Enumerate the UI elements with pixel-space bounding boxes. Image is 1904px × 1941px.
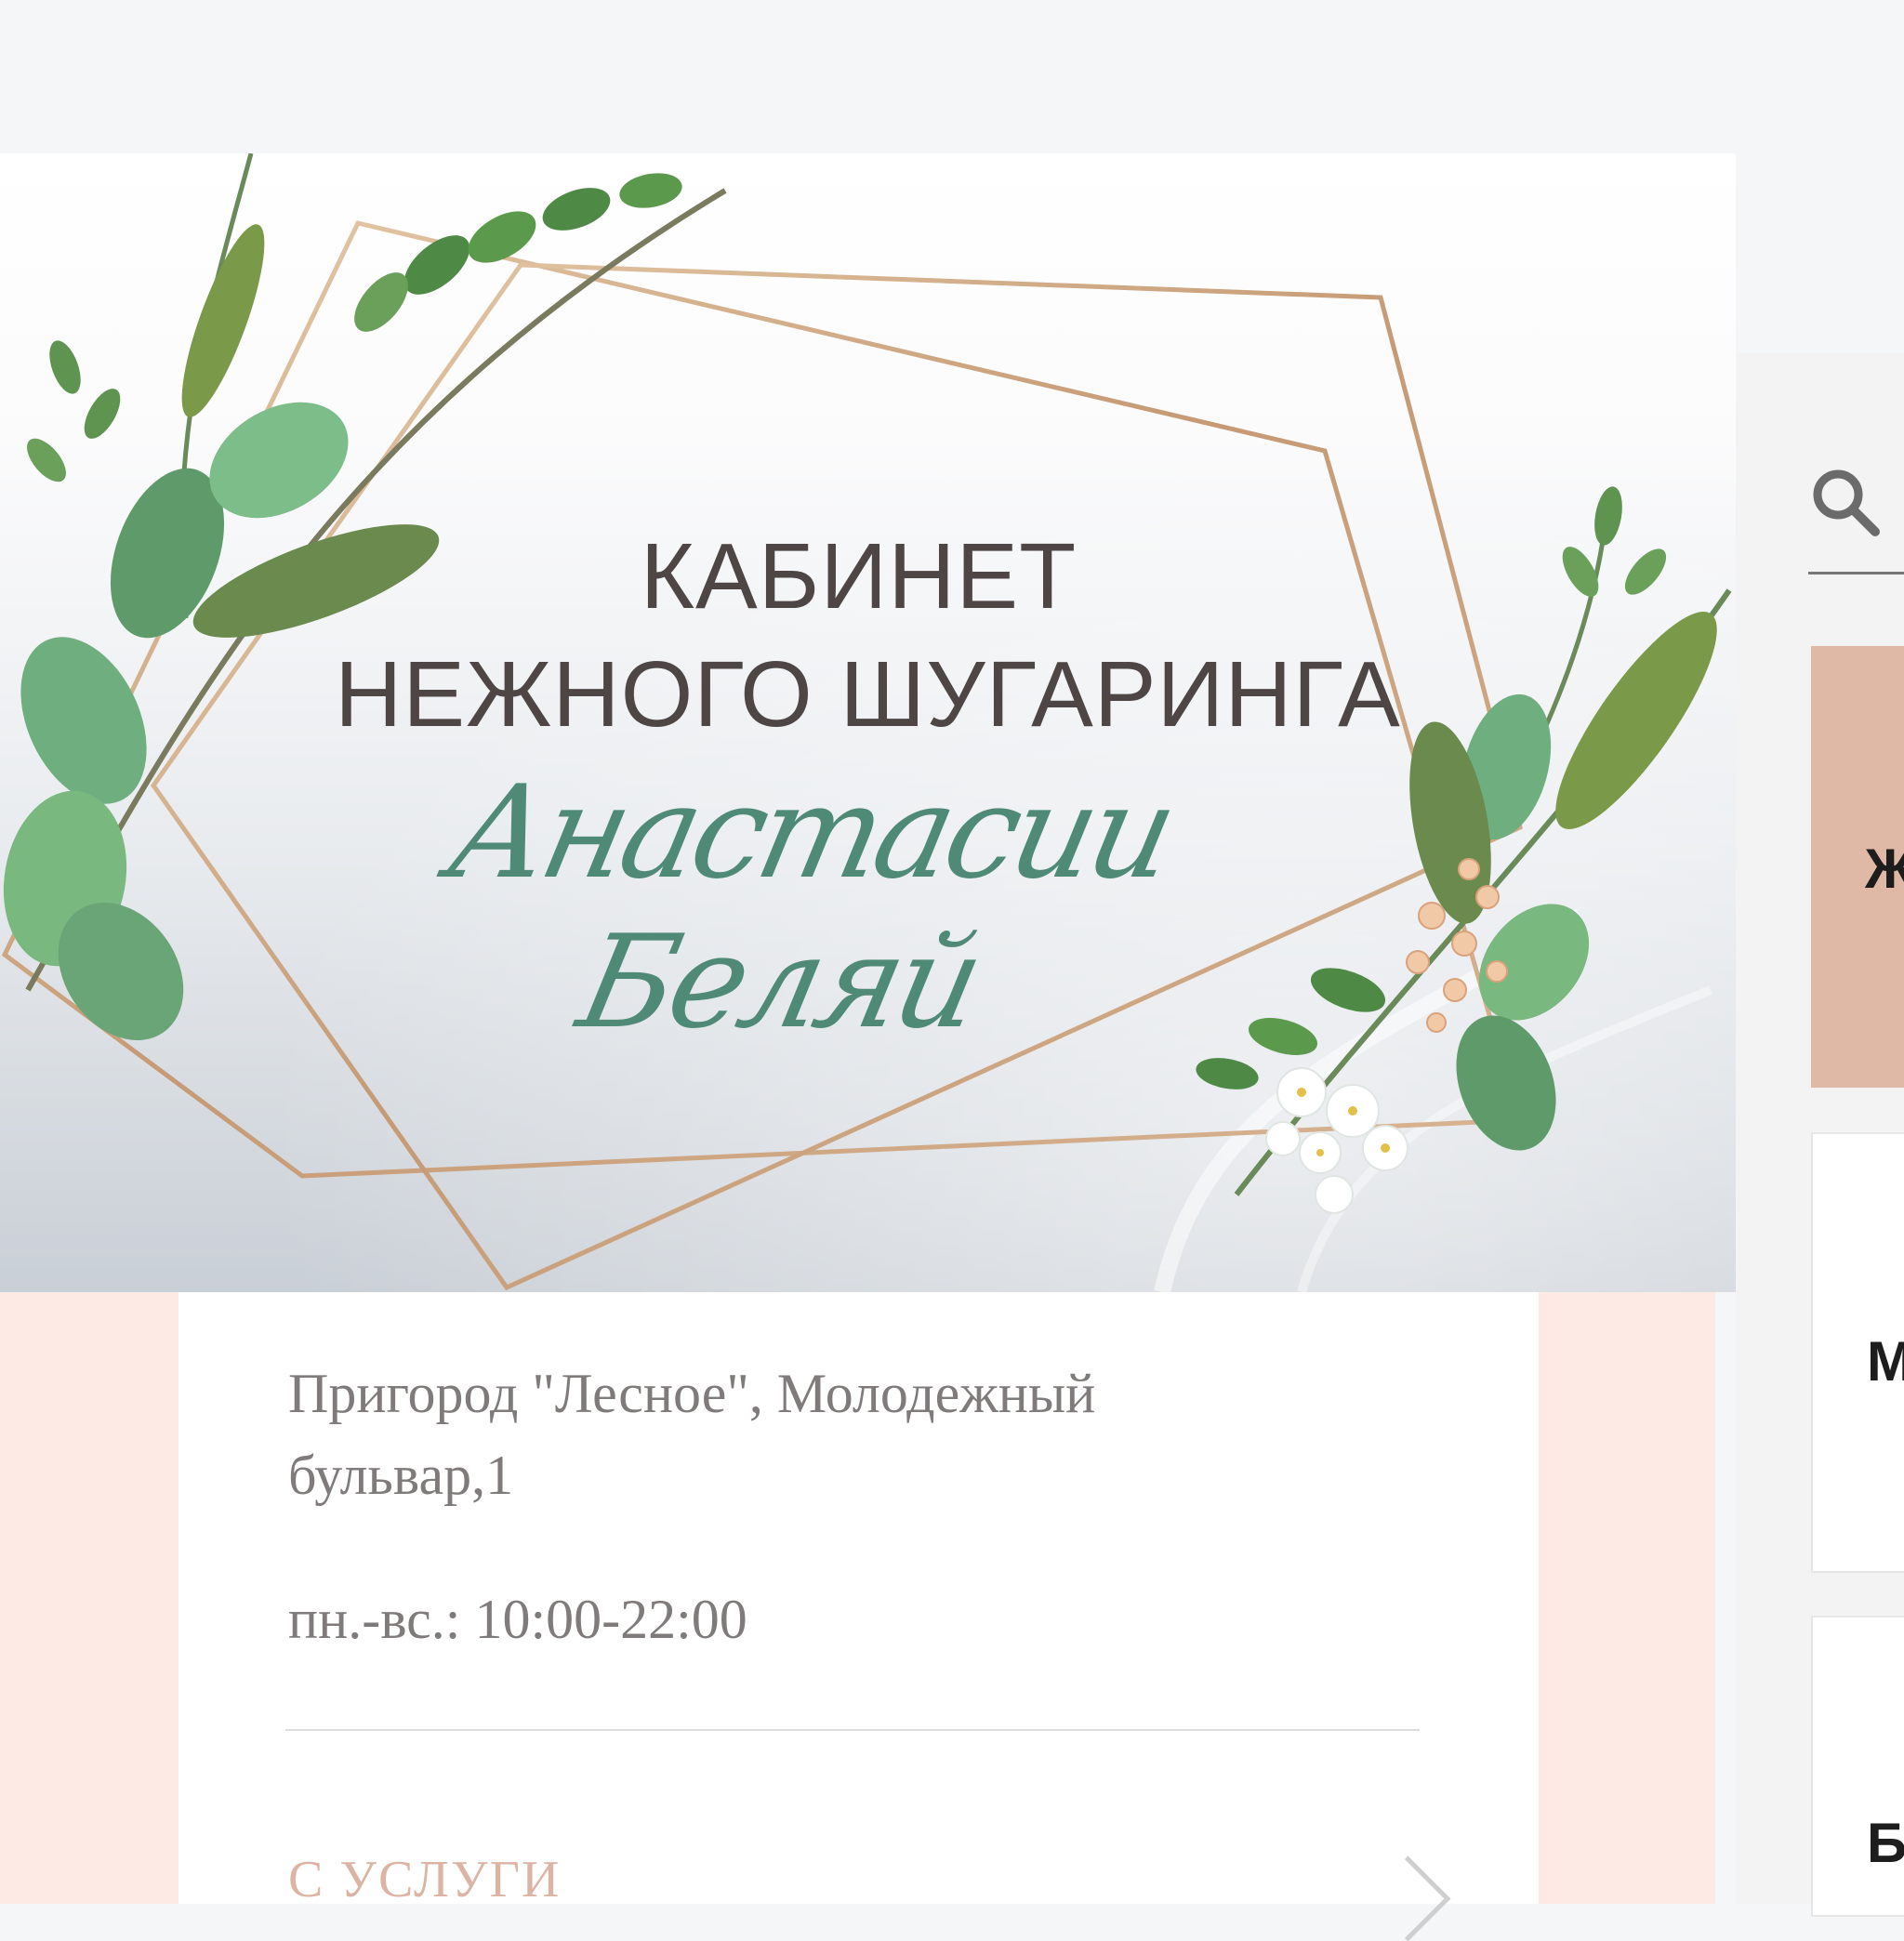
sidebar-tab-label: Ж xyxy=(1865,838,1904,900)
working-hours: пн.-вс.: 10:00-22:00 xyxy=(288,1589,747,1650)
search-input-underline xyxy=(1808,572,1904,574)
sidebar-tab-label: М xyxy=(1867,1330,1904,1393)
divider xyxy=(285,1729,1420,1731)
sidebar-tab[interactable]: М xyxy=(1811,1132,1904,1573)
sidebar-tab-active[interactable]: Ж xyxy=(1811,646,1904,1088)
sidebar-tab-label: Б xyxy=(1867,1812,1904,1874)
left-pink-panel xyxy=(0,1292,178,1904)
salon-address: Пригород "Лесное", Молодежный бульвар,1 xyxy=(288,1363,1096,1506)
banner-title-line2: НЕЖНОГО ШУГАРИНГА xyxy=(335,642,1401,746)
banner-title-line1: КАБИНЕТ xyxy=(640,524,1078,628)
right-pink-panel xyxy=(1539,1292,1715,1904)
sidebar-tab[interactable]: Б xyxy=(1811,1616,1904,1917)
info-card: Пригород "Лесное", Молодежный бульвар,1 … xyxy=(178,1292,1539,1941)
top-bar xyxy=(0,0,1904,153)
banner-signature: Анастасии Беляй xyxy=(437,758,1184,1057)
services-link[interactable]: С УСЛУГИ xyxy=(288,1850,561,1909)
hero-banner: КАБИНЕТ НЕЖНОГО ШУГАРИНГА Анастасии Беля… xyxy=(0,153,1736,1292)
chevron-right-icon[interactable] xyxy=(1365,1855,1451,1941)
search-icon[interactable] xyxy=(1808,465,1883,539)
